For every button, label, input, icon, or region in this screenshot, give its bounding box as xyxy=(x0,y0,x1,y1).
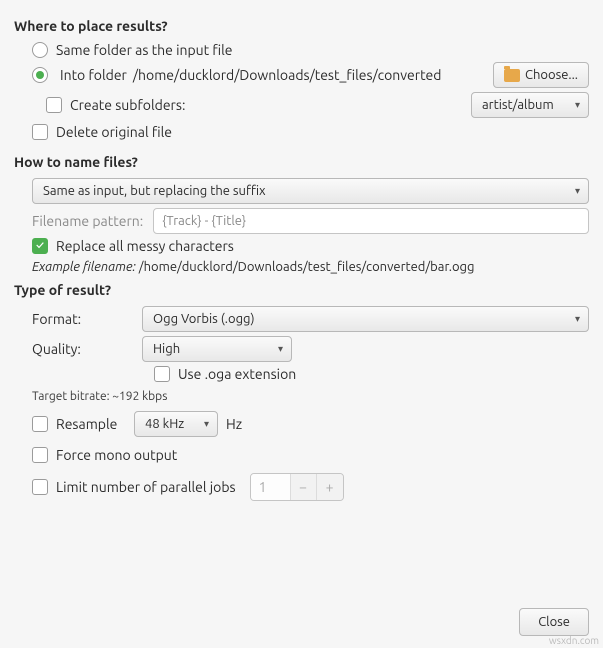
parallel-row: Limit number of parallel jobs 1 − + xyxy=(32,473,589,501)
format-value: Ogg Vorbis (.ogg) xyxy=(153,312,255,326)
format-combo[interactable]: Ogg Vorbis (.ogg) ▾ xyxy=(142,306,589,332)
resample-label: Resample xyxy=(56,416,134,432)
close-button-label: Close xyxy=(538,615,570,629)
parallel-label: Limit number of parallel jobs xyxy=(56,479,236,495)
quality-combo[interactable]: High ▾ xyxy=(142,336,292,362)
resample-combo[interactable]: 48 kHz ▾ xyxy=(134,411,218,437)
parallel-plus-button[interactable]: + xyxy=(317,474,343,500)
quality-row: Quality: High ▾ xyxy=(32,336,589,362)
naming-mode-combo[interactable]: Same as input, but replacing the suffix … xyxy=(32,178,589,204)
quality-value: High xyxy=(153,342,180,356)
naming-mode-row: Same as input, but replacing the suffix … xyxy=(32,178,589,204)
section-name-title: How to name files? xyxy=(14,154,589,170)
mono-label: Force mono output xyxy=(56,447,177,463)
radio-into-folder[interactable] xyxy=(32,67,48,83)
replace-messy-checkbox[interactable] xyxy=(32,238,48,254)
chevron-down-icon: ▾ xyxy=(204,418,209,430)
oga-row[interactable]: Use .oga extension xyxy=(154,366,589,382)
subfolder-pattern-combo[interactable]: artist/album ▾ xyxy=(471,92,589,118)
hz-label: Hz xyxy=(226,416,242,432)
format-row: Format: Ogg Vorbis (.ogg) ▾ xyxy=(32,306,589,332)
section-place-title: Where to place results? xyxy=(14,18,589,34)
filename-pattern-label: Filename pattern: xyxy=(32,213,143,229)
quality-label: Quality: xyxy=(32,341,142,357)
example-filename-label: Example filename: xyxy=(32,260,136,274)
parallel-value[interactable]: 1 xyxy=(251,474,291,500)
chevron-down-icon: ▾ xyxy=(575,99,580,111)
close-button[interactable]: Close xyxy=(519,608,589,636)
replace-messy-row[interactable]: Replace all messy characters xyxy=(32,238,589,254)
filename-pattern-row: Filename pattern: {Track} - {Title} xyxy=(32,208,589,234)
parallel-minus-button[interactable]: − xyxy=(291,474,317,500)
radio-same-folder-row[interactable]: Same folder as the input file xyxy=(32,42,589,58)
format-label: Format: xyxy=(32,311,142,327)
radio-same-folder[interactable] xyxy=(32,42,48,58)
parallel-checkbox[interactable] xyxy=(32,479,48,495)
naming-mode-value: Same as input, but replacing the suffix xyxy=(43,184,266,198)
chevron-down-icon: ▾ xyxy=(278,343,283,355)
delete-original-label: Delete original file xyxy=(56,124,172,140)
oga-checkbox[interactable] xyxy=(154,366,170,382)
chevron-down-icon: ▾ xyxy=(575,313,580,325)
resample-checkbox[interactable] xyxy=(32,416,48,432)
oga-label: Use .oga extension xyxy=(178,366,296,382)
example-filename: Example filename: /home/ducklord/Downloa… xyxy=(32,260,589,274)
delete-original-row[interactable]: Delete original file xyxy=(32,124,589,140)
radio-into-folder-prefix: Into folder xyxy=(60,67,127,83)
example-filename-value: /home/ducklord/Downloads/test_files/conv… xyxy=(139,260,475,274)
mono-checkbox[interactable] xyxy=(32,447,48,463)
replace-messy-label: Replace all messy characters xyxy=(56,238,234,254)
section-type-title: Type of result? xyxy=(14,282,589,298)
subfolder-pattern-value: artist/album xyxy=(482,98,554,112)
chevron-down-icon: ▾ xyxy=(575,185,580,197)
create-subfolders-checkbox[interactable] xyxy=(46,97,62,113)
create-subfolders-label: Create subfolders: xyxy=(70,97,185,113)
radio-same-folder-label: Same folder as the input file xyxy=(56,42,233,58)
watermark: wsxdn.com xyxy=(549,635,599,646)
filename-pattern-input[interactable]: {Track} - {Title} xyxy=(153,208,589,234)
choose-folder-button[interactable]: Choose... xyxy=(493,62,589,88)
create-subfolders-row: Create subfolders: artist/album ▾ xyxy=(46,92,589,118)
parallel-spinner[interactable]: 1 − + xyxy=(250,473,344,501)
radio-into-folder-row[interactable]: Into folder /home/ducklord/Downloads/tes… xyxy=(32,62,589,88)
into-folder-path: /home/ducklord/Downloads/test_files/conv… xyxy=(133,67,442,83)
resample-row: Resample 48 kHz ▾ Hz xyxy=(32,411,589,437)
resample-value: 48 kHz xyxy=(145,417,184,431)
mono-row[interactable]: Force mono output xyxy=(32,447,589,463)
choose-folder-label: Choose... xyxy=(525,68,578,82)
folder-icon xyxy=(504,69,520,82)
delete-original-checkbox[interactable] xyxy=(32,124,48,140)
target-bitrate: Target bitrate: ~192 kbps xyxy=(32,390,589,403)
